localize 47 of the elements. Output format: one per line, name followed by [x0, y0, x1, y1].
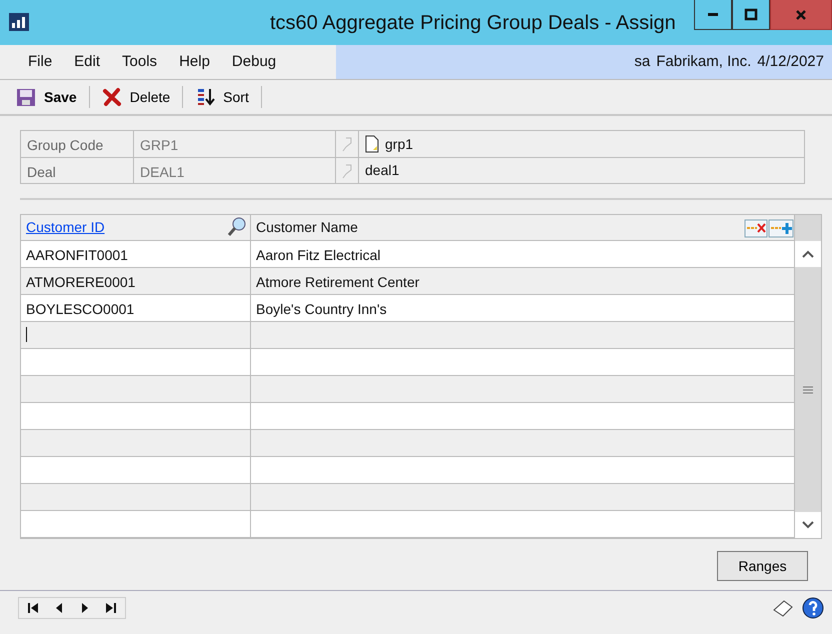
column-header: Customer Name — [256, 218, 358, 237]
menu-item[interactable]: Edit — [74, 50, 100, 74]
table-cell-text: Aaron Fitz Electrical — [255, 246, 382, 265]
delete-icon — [102, 87, 122, 107]
menu-item[interactable]: File — [28, 50, 52, 74]
delete-button[interactable]: Delete — [96, 86, 176, 108]
ranges-button[interactable]: Ranges — [717, 551, 808, 581]
delete-row-icon[interactable] — [744, 216, 768, 238]
window-title: tcs60 Aggregate Pricing Group Deals - Assign — [270, 11, 676, 36]
search-icon[interactable] — [226, 216, 248, 238]
table-cell: AARONFIT0001 — [21, 241, 251, 267]
sort-button[interactable]: Sort — [189, 86, 255, 108]
maximize-button[interactable] — [732, 0, 770, 30]
field-value[interactable]: DEAL1 — [134, 158, 336, 183]
table-cell-text: Atmore Retirement Center — [255, 273, 420, 292]
menu-item[interactable]: Debug — [232, 50, 276, 74]
field-label: Group Code — [21, 131, 134, 157]
table-cell-text: Boyle's Country Inn's — [255, 300, 388, 319]
first-record-icon[interactable] — [27, 601, 39, 615]
scrollbar[interactable] — [794, 215, 821, 538]
close-button[interactable] — [770, 0, 832, 30]
user-name: sa — [634, 52, 650, 72]
table-cell: ATMORERE0001 — [21, 268, 251, 294]
field-description: grp1 — [385, 134, 414, 154]
last-record-icon[interactable] — [105, 601, 117, 615]
minimize-button[interactable] — [694, 0, 732, 30]
menu-item[interactable]: Help — [179, 50, 210, 74]
column-header[interactable]: Customer ID — [26, 217, 105, 238]
field-description: deal1 — [365, 161, 400, 180]
close-icon — [794, 8, 808, 22]
scroll-up-icon[interactable] — [795, 241, 821, 267]
field-label: Deal — [21, 158, 134, 183]
scroll-down-icon[interactable] — [795, 512, 821, 538]
session-date: 4/12/2027 — [757, 52, 824, 72]
table-cell: BOYLESCO0001 — [21, 295, 251, 321]
scroll-grip-icon — [803, 386, 813, 394]
maximize-icon — [744, 8, 758, 22]
field-value[interactable]: GRP1 — [134, 131, 336, 157]
save-icon — [16, 87, 36, 107]
menu-item[interactable]: Tools — [122, 50, 158, 74]
help-icon[interactable] — [802, 597, 824, 619]
minimize-icon — [708, 13, 718, 16]
insert-row-icon[interactable] — [768, 216, 794, 238]
app-icon — [8, 10, 30, 32]
save-button[interactable]: Save — [10, 86, 83, 108]
sort-icon — [195, 87, 216, 107]
company-name: Fabrikam, Inc. — [656, 52, 752, 72]
